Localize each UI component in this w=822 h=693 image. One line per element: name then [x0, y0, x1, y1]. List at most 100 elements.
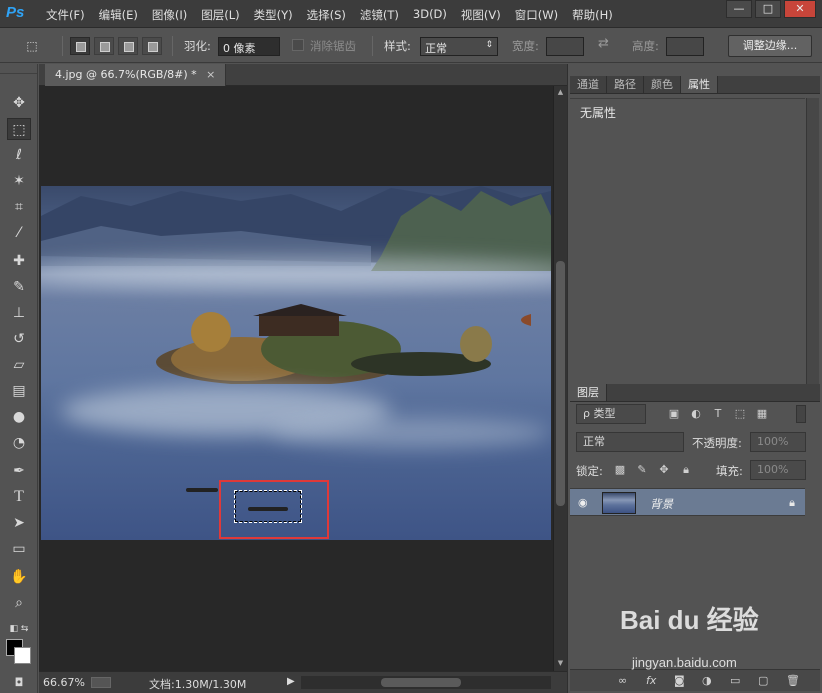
- width-input[interactable]: [546, 37, 584, 56]
- fog-cloud: [271, 418, 551, 448]
- new-group-icon[interactable]: ▭: [730, 674, 740, 687]
- tab-channels[interactable]: 通道: [570, 76, 607, 93]
- lock-transparent-icon[interactable]: ▩: [614, 464, 626, 476]
- blend-mode-select[interactable]: 正常: [576, 432, 684, 452]
- lock-position-icon[interactable]: ✥: [658, 464, 670, 476]
- refine-edge-button[interactable]: 调整边缘...: [728, 35, 812, 57]
- shape-filter-icon[interactable]: ⬚: [734, 408, 746, 420]
- scroll-down-icon[interactable]: ▼: [556, 659, 565, 669]
- style-select[interactable]: 正常 ⇕: [420, 37, 498, 56]
- status-preview-icon[interactable]: [91, 677, 111, 688]
- add-to-selection-icon[interactable]: [94, 37, 114, 55]
- menu-file[interactable]: 文件(F): [46, 7, 85, 23]
- tab-close-icon[interactable]: ×: [206, 68, 215, 81]
- eyedropper-tool-icon[interactable]: ⁄: [7, 222, 31, 244]
- menu-edit[interactable]: 编辑(E): [99, 7, 138, 23]
- menu-filter[interactable]: 滤镜(T): [360, 7, 399, 23]
- smart-object-filter-icon[interactable]: ▦: [756, 408, 768, 420]
- healing-brush-tool-icon[interactable]: ✚: [7, 250, 31, 272]
- height-input[interactable]: [666, 37, 704, 56]
- default-colors-icon[interactable]: ◧ ⇆: [7, 618, 31, 640]
- scroll-up-icon[interactable]: ▲: [556, 88, 565, 98]
- scrollbar-thumb[interactable]: [381, 678, 461, 687]
- lock-image-icon[interactable]: ✎: [636, 464, 648, 476]
- path-selection-tool-icon[interactable]: ➤: [7, 512, 31, 534]
- layer-name[interactable]: 背景: [650, 496, 673, 512]
- layer-row[interactable]: ◉ 背景 🔒︎: [570, 488, 805, 516]
- photoshop-logo: Ps: [6, 4, 25, 21]
- filter-toggle[interactable]: [796, 405, 806, 423]
- adjustment-layer-icon[interactable]: ◑: [702, 674, 712, 687]
- tab-properties[interactable]: 属性: [681, 76, 718, 93]
- vertical-scrollbar[interactable]: ▲ ▼: [553, 86, 567, 671]
- fill-label: 填充:: [716, 464, 743, 478]
- rect-marquee-preset-icon[interactable]: ⬚: [20, 35, 44, 57]
- subtract-from-selection-icon[interactable]: [118, 37, 138, 55]
- link-layers-icon[interactable]: ∞: [618, 674, 627, 687]
- swap-arrows-icon[interactable]: ⇄: [598, 36, 609, 51]
- rectangle-tool-icon[interactable]: ▭: [7, 538, 31, 560]
- horizontal-scrollbar[interactable]: [301, 676, 551, 689]
- eye-icon[interactable]: ◉: [578, 496, 592, 510]
- close-button[interactable]: ✕: [784, 0, 816, 18]
- add-mask-icon[interactable]: ◙: [674, 674, 685, 687]
- menu-window[interactable]: 窗口(W): [515, 7, 558, 23]
- image-filter-icon[interactable]: ▣: [668, 408, 680, 420]
- intersect-selection-icon[interactable]: [142, 37, 162, 55]
- image-canvas[interactable]: [41, 186, 551, 540]
- move-tool-icon[interactable]: ✥: [7, 92, 31, 114]
- lasso-tool-icon[interactable]: ℓ: [7, 144, 31, 166]
- tab-color[interactable]: 颜色: [644, 76, 681, 93]
- toolbox-grip[interactable]: [0, 64, 37, 74]
- gradient-tool-icon[interactable]: ▤: [7, 380, 31, 402]
- menu-select[interactable]: 选择(S): [307, 7, 346, 23]
- menu-type[interactable]: 类型(Y): [254, 7, 293, 23]
- rect-marquee-tool-icon[interactable]: ⬚: [7, 118, 31, 140]
- style-select-value: 正常: [425, 42, 447, 55]
- layer-filter-select[interactable]: ρ 类型: [576, 404, 646, 424]
- brush-tool-icon[interactable]: ✎: [7, 276, 31, 298]
- adjustment-filter-icon[interactable]: ◐: [690, 408, 702, 420]
- antialias-checkbox[interactable]: [292, 39, 304, 51]
- properties-scrollbar[interactable]: [806, 98, 819, 384]
- minimize-button[interactable]: —: [726, 0, 752, 18]
- type-filter-icon[interactable]: T: [712, 408, 724, 420]
- lock-all-icon[interactable]: 🔒︎: [680, 464, 692, 476]
- maximize-button[interactable]: □: [755, 0, 781, 18]
- menu-image[interactable]: 图像(I): [152, 7, 187, 23]
- fill-input[interactable]: 100%: [750, 460, 806, 480]
- fx-icon[interactable]: fx: [646, 674, 656, 687]
- history-brush-tool-icon[interactable]: ↺: [7, 328, 31, 350]
- hand-tool-icon[interactable]: ✋: [7, 566, 31, 588]
- zoom-tool-icon[interactable]: ⌕: [7, 592, 31, 614]
- status-menu-arrow-icon[interactable]: ▶: [287, 676, 295, 687]
- tab-paths[interactable]: 路径: [607, 76, 644, 93]
- type-tool-icon[interactable]: T: [7, 486, 31, 508]
- magic-wand-tool-icon[interactable]: ✶: [7, 170, 31, 192]
- trash-icon[interactable]: 🗑︎: [786, 674, 800, 687]
- zoom-level[interactable]: 66.67%: [43, 676, 85, 689]
- feather-label: 羽化:: [184, 39, 211, 53]
- new-selection-icon[interactable]: [70, 37, 90, 55]
- blur-tool-icon[interactable]: ●: [7, 406, 31, 428]
- menu-help[interactable]: 帮助(H): [572, 7, 613, 23]
- layer-thumbnail: [602, 492, 636, 514]
- scrollbar-thumb[interactable]: [556, 261, 565, 506]
- document-tab[interactable]: 4.jpg @ 66.7%(RGB/8#) * ×: [45, 64, 227, 86]
- pen-tool-icon[interactable]: ✒: [7, 460, 31, 482]
- menu-3d[interactable]: 3D(D): [413, 7, 447, 23]
- new-layer-icon[interactable]: ▢: [758, 674, 768, 687]
- quick-mask-icon[interactable]: ◘: [7, 672, 31, 693]
- menu-layer[interactable]: 图层(L): [201, 7, 239, 23]
- crop-tool-icon[interactable]: ⌗: [7, 196, 31, 218]
- menu-view[interactable]: 视图(V): [461, 7, 501, 23]
- clone-stamp-tool-icon[interactable]: ⊥: [7, 302, 31, 324]
- background-color-swatch[interactable]: [14, 647, 31, 664]
- feather-input[interactable]: 0 像素: [218, 37, 280, 56]
- opacity-input[interactable]: 100%: [750, 432, 806, 452]
- dodge-tool-icon[interactable]: ◔: [7, 432, 31, 454]
- eraser-tool-icon[interactable]: ▱: [7, 354, 31, 376]
- divider: [372, 36, 373, 56]
- no-properties-text: 无属性: [580, 106, 617, 120]
- tab-layers[interactable]: 图层: [570, 384, 607, 401]
